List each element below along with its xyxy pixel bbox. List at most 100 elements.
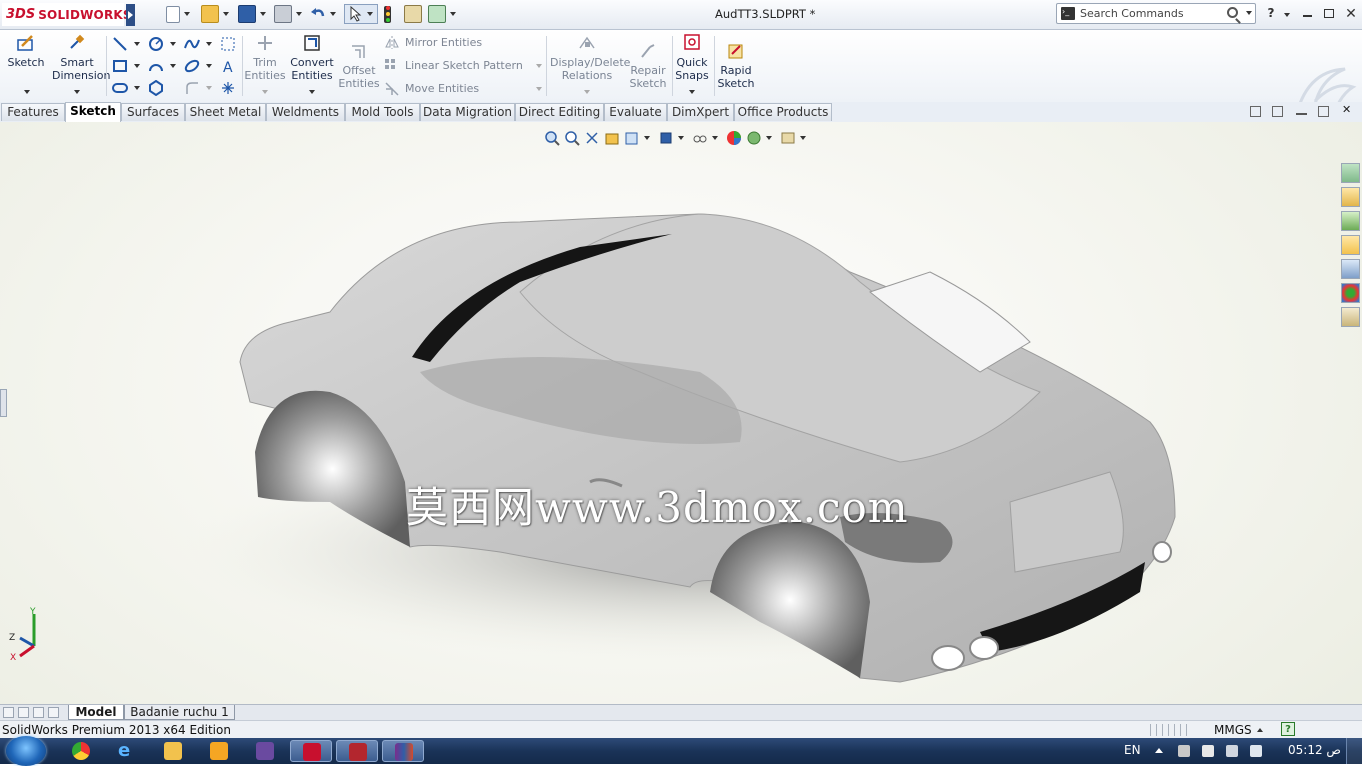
restore-icon[interactable]	[1322, 6, 1336, 22]
convert-entities-button[interactable]: Convert Entities	[288, 34, 336, 94]
tab-motion-study[interactable]: Badanie ruchu 1	[124, 705, 235, 720]
tab-data-migration[interactable]: Data Migration	[420, 103, 515, 121]
linear-sketch-pattern-button[interactable]: Linear Sketch Pattern	[384, 58, 523, 73]
taskbar-winrar[interactable]	[382, 740, 424, 762]
slot-tool-icon[interactable]	[112, 80, 128, 96]
rectangle-tool-icon[interactable]	[112, 58, 128, 74]
tab-sketch[interactable]: Sketch	[65, 102, 121, 122]
quick-snaps-button[interactable]: Quick Snaps	[674, 34, 710, 94]
section-view-icon[interactable]	[604, 130, 620, 146]
sketch-button[interactable]: Sketch	[6, 34, 46, 94]
text-tool-icon[interactable]: A	[220, 58, 236, 74]
smart-dimension-button[interactable]: Smart Dimension	[52, 34, 110, 94]
show-hidden-icons-icon[interactable]	[1155, 748, 1163, 753]
help-button[interactable]: ?	[1265, 6, 1277, 22]
point-tool-icon[interactable]	[220, 80, 236, 96]
taskbar-internet-explorer[interactable]: e	[106, 740, 148, 762]
move-entities-button[interactable]: Move Entities	[384, 81, 479, 96]
offset-entities-button[interactable]: Offset Entities	[338, 42, 380, 90]
construction-geometry-icon[interactable]	[220, 36, 236, 52]
apply-scene-icon[interactable]	[746, 130, 762, 146]
input-language[interactable]: EN	[1124, 743, 1141, 757]
volume-icon[interactable]	[1250, 745, 1262, 757]
system-clock[interactable]: 05:12 ص	[1288, 743, 1341, 757]
doc-close-icon[interactable]: ✕	[1342, 104, 1353, 116]
move-dropdown-icon[interactable]	[536, 87, 542, 91]
power-icon[interactable]	[1202, 745, 1214, 757]
taskbar-visual-studio[interactable]	[244, 740, 286, 762]
line-tool-icon[interactable]	[112, 36, 128, 52]
tab-surfaces[interactable]: Surfaces	[121, 103, 185, 121]
select-button[interactable]	[344, 4, 378, 24]
arc-tool-icon[interactable]	[148, 58, 164, 74]
rapid-sketch-button[interactable]: Rapid Sketch	[716, 42, 756, 90]
new-document-button[interactable]	[166, 4, 190, 24]
tab-dimxpert[interactable]: DimXpert	[667, 103, 734, 121]
taskbar-explorer[interactable]	[152, 740, 194, 762]
mirror-entities-button[interactable]: Mirror Entities	[384, 35, 482, 50]
next-tab-nav-icon[interactable]	[33, 707, 44, 718]
home-icon[interactable]	[1341, 187, 1360, 207]
doc-minimize-icon[interactable]	[1296, 106, 1307, 115]
start-button-icon[interactable]	[6, 736, 46, 766]
help-dropdown-icon[interactable]	[1282, 6, 1292, 22]
display-delete-relations-button[interactable]: Display/Delete Relations	[550, 34, 630, 94]
previous-view-icon[interactable]	[584, 130, 600, 146]
view-settings-icon[interactable]	[780, 130, 796, 146]
file-explorer-icon[interactable]	[1341, 235, 1360, 255]
trim-entities-button[interactable]: Trim Entities	[244, 34, 286, 94]
feature-manager-expand-handle[interactable]	[0, 389, 7, 417]
ellipse-tool-icon[interactable]	[184, 58, 200, 74]
menu-expand-arrow-icon[interactable]	[126, 4, 135, 26]
tile-horizontal-icon[interactable]	[1250, 106, 1261, 117]
search-input[interactable]	[1080, 6, 1220, 21]
taskbar-chrome[interactable]	[60, 740, 102, 762]
circle-tool-icon[interactable]	[148, 36, 164, 52]
print-button[interactable]	[274, 4, 302, 24]
zoom-to-area-icon[interactable]	[564, 130, 580, 146]
repair-sketch-button[interactable]: Repair Sketch	[628, 42, 668, 90]
open-button[interactable]	[201, 4, 229, 24]
minimize-icon[interactable]	[1301, 6, 1313, 22]
search-options-dropdown-icon[interactable]	[1246, 11, 1252, 15]
undo-button[interactable]	[310, 4, 336, 24]
last-tab-nav-icon[interactable]	[48, 707, 59, 718]
fillet-tool-icon[interactable]	[184, 80, 200, 96]
hide-show-items-icon[interactable]	[692, 130, 708, 146]
solidworks-resources-icon[interactable]	[1341, 163, 1360, 183]
unit-system[interactable]: MMGS	[1214, 723, 1252, 737]
taskbar-solidworks[interactable]	[290, 740, 332, 762]
units-dropdown-icon[interactable]	[1257, 728, 1263, 732]
design-library-icon[interactable]	[1341, 211, 1360, 231]
search-commands-box[interactable]	[1056, 3, 1256, 24]
close-icon[interactable]: ✕	[1344, 6, 1358, 22]
show-desktop-button[interactable]	[1346, 738, 1362, 764]
custom-properties-icon[interactable]	[1341, 307, 1360, 327]
first-tab-nav-icon[interactable]	[3, 707, 14, 718]
search-icon[interactable]	[1227, 7, 1238, 18]
prev-tab-nav-icon[interactable]	[18, 707, 29, 718]
spline-tool-icon[interactable]	[184, 36, 200, 52]
tab-office-products[interactable]: Office Products	[734, 103, 832, 121]
tab-direct-editing[interactable]: Direct Editing	[515, 103, 604, 121]
save-button[interactable]	[238, 4, 266, 24]
solidworks-logo[interactable]: 3DS SOLIDWORKS	[2, 3, 132, 26]
display-style-icon[interactable]	[658, 130, 674, 146]
appearances-icon[interactable]	[1341, 283, 1360, 303]
rebuild-button[interactable]	[384, 4, 391, 24]
tab-sheet-metal[interactable]: Sheet Metal	[185, 103, 266, 121]
taskbar-autodesk[interactable]	[336, 740, 378, 762]
tab-features[interactable]: Features	[1, 103, 65, 121]
taskbar-media-player[interactable]	[198, 740, 240, 762]
pattern-dropdown-icon[interactable]	[536, 64, 542, 68]
doc-restore-icon[interactable]	[1318, 106, 1329, 117]
tab-weldments[interactable]: Weldments	[266, 103, 345, 121]
view-palette-icon[interactable]	[1341, 259, 1360, 279]
options-button[interactable]	[428, 4, 456, 24]
tab-mold-tools[interactable]: Mold Tools	[345, 103, 420, 121]
view-orientation-icon[interactable]	[624, 130, 640, 146]
status-help-icon[interactable]: ?	[1281, 722, 1295, 736]
tile-vertical-icon[interactable]	[1272, 106, 1283, 117]
tab-evaluate[interactable]: Evaluate	[604, 103, 667, 121]
action-center-icon[interactable]	[1178, 745, 1190, 757]
